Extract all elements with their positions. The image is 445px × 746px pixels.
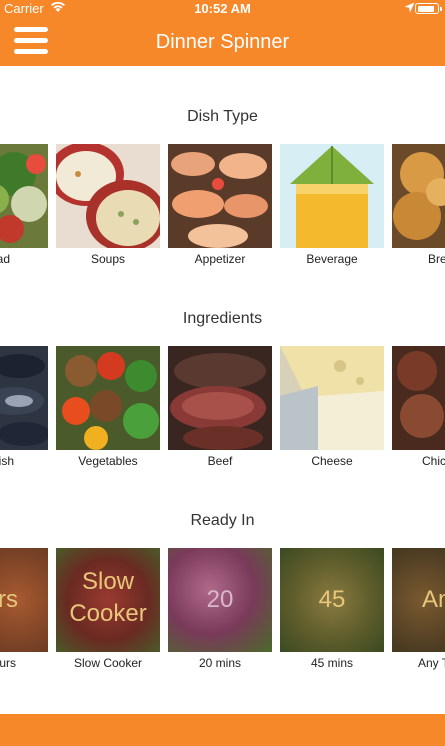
ingredients-carousel[interactable]: fish Vegetables xyxy=(0,346,445,476)
20-mins-overlay-text: 20 xyxy=(206,586,234,613)
ingredient-card-shellfish[interactable]: fish xyxy=(0,346,48,468)
ingredient-card-chicken[interactable]: Chic xyxy=(392,346,445,468)
shellfish-image xyxy=(0,346,48,450)
location-arrow-icon xyxy=(404,2,415,13)
ready-in-carousel[interactable]: urs ours Slow Cooker Slow Cooker 20 20 m… xyxy=(0,548,445,678)
dish-card-label: Beverage xyxy=(306,252,358,266)
dish-card-beverage[interactable]: Beverage xyxy=(280,144,384,266)
navigation-bar: Carrier 10:52 AM Dinner Spinner xyxy=(0,0,445,66)
dish-card-label: Soups xyxy=(90,252,126,266)
dish-card-soups[interactable]: Soups xyxy=(56,144,160,266)
salad-image xyxy=(0,144,48,248)
spin-button[interactable] xyxy=(0,714,445,746)
any-time-overlay-text: An xyxy=(422,586,445,613)
ingredient-card-label: Beef xyxy=(207,454,233,468)
app-screen: Carrier 10:52 AM Dinner Spinner Dish Typ… xyxy=(0,0,445,746)
section-title-ingredients: Ingredients xyxy=(182,310,263,327)
time-card-20-mins[interactable]: 20 20 mins xyxy=(168,548,272,670)
status-bar: Carrier 10:52 AM xyxy=(0,0,445,18)
vegetables-image xyxy=(56,346,160,450)
dish-type-carousel[interactable]: ad Soups xyxy=(0,144,445,274)
section-title-dish-type: Dish Type xyxy=(187,108,258,125)
time-card-label: 45 mins xyxy=(310,656,354,670)
ingredient-card-vegetables[interactable]: Vegetables xyxy=(56,346,160,468)
dish-card-appetizer[interactable]: Appetizer xyxy=(168,144,272,266)
45-mins-overlay-text: 45 xyxy=(318,586,346,613)
time-card-label: Any T xyxy=(418,656,445,670)
beverage-image xyxy=(280,144,384,248)
ingredient-card-label: Vegetables xyxy=(78,454,138,468)
chicken-image xyxy=(392,346,445,450)
slow-cooker-overlay-line2: Cooker xyxy=(69,600,147,627)
ingredient-card-cheese[interactable]: Cheese xyxy=(280,346,384,468)
hours-image: urs xyxy=(0,548,48,652)
slow-cooker-image: Slow Cooker xyxy=(56,548,160,652)
battery-level xyxy=(417,5,434,12)
page-title: Dinner Spinner xyxy=(155,31,290,53)
time-card-label: ours xyxy=(0,656,16,670)
dish-card-label: ad xyxy=(0,252,10,266)
dish-card-label: Appetizer xyxy=(194,252,246,266)
section-title-ready-in: Ready In xyxy=(190,512,255,529)
any-time-image: An xyxy=(392,548,445,652)
time-card-hours[interactable]: urs ours xyxy=(0,548,48,670)
ingredient-card-beef[interactable]: Beef xyxy=(168,346,272,468)
45-mins-image: 45 xyxy=(280,548,384,652)
dish-card-label: Bre xyxy=(428,252,445,266)
time-card-slow-cooker[interactable]: Slow Cooker Slow Cooker xyxy=(56,548,160,670)
time-card-label: Slow Cooker xyxy=(73,656,143,670)
battery-icon xyxy=(415,3,442,14)
ingredient-card-label: Chic xyxy=(422,454,445,468)
slow-cooker-overlay-line1: Slow xyxy=(81,568,135,595)
cheese-image xyxy=(280,346,384,450)
status-time: 10:52 AM xyxy=(194,1,251,16)
dish-card-bread[interactable]: Bre xyxy=(392,144,445,266)
time-card-label: 20 mins xyxy=(198,656,242,670)
beef-image xyxy=(168,346,272,450)
soups-image xyxy=(56,144,160,248)
appetizer-image xyxy=(168,144,272,248)
ingredient-card-label: Cheese xyxy=(311,454,353,468)
time-card-any-time[interactable]: An Any T xyxy=(392,548,445,670)
20-mins-image: 20 xyxy=(168,548,272,652)
bread-image xyxy=(392,144,445,248)
ingredient-card-label: fish xyxy=(0,454,14,468)
dish-card-salad[interactable]: ad xyxy=(0,144,48,266)
time-card-45-mins[interactable]: 45 45 mins xyxy=(280,548,384,670)
hours-overlay-text: urs xyxy=(0,586,18,613)
